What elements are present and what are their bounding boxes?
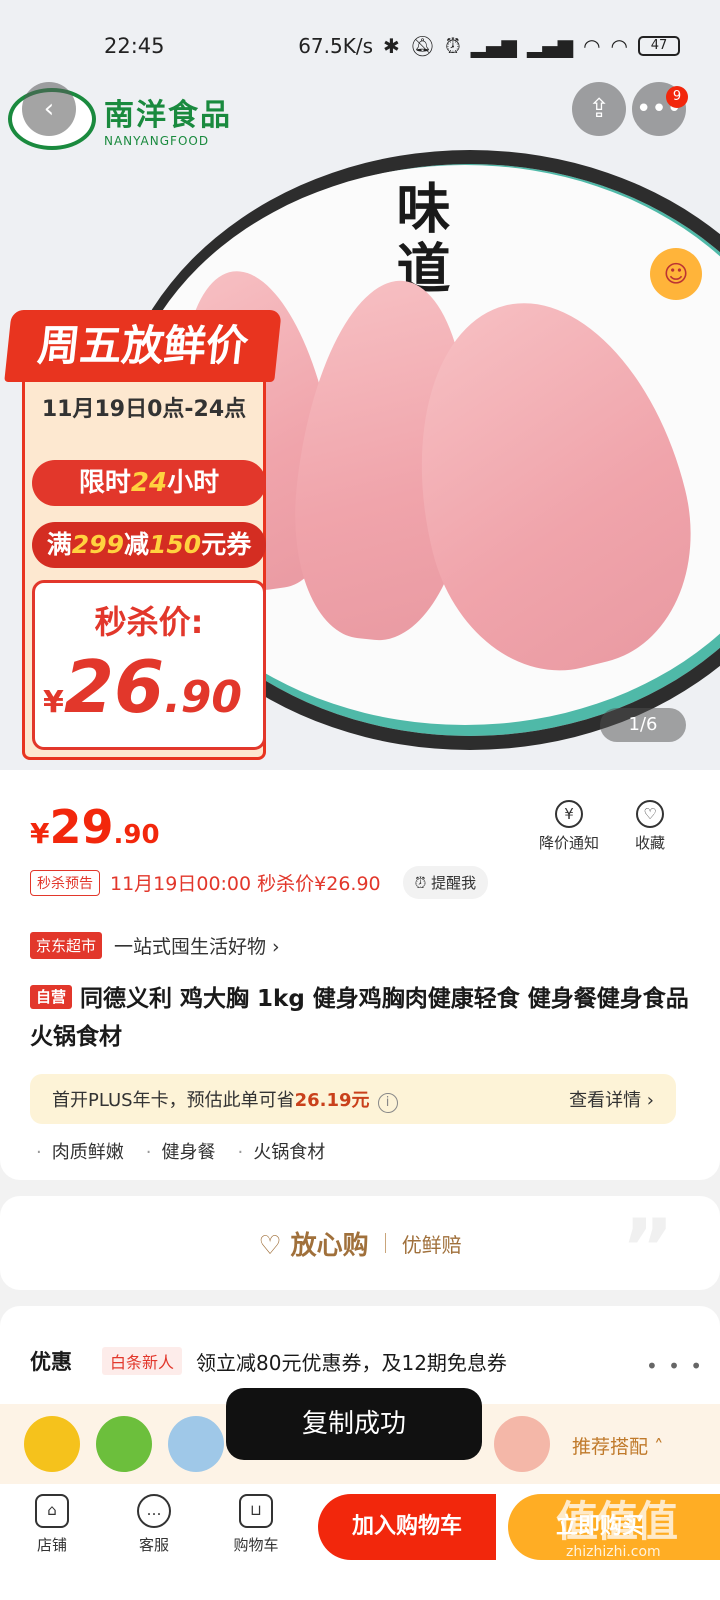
flash-price-label: 秒杀价: xyxy=(94,603,204,641)
discount-row[interactable]: 优惠 白条新人 领立减80元优惠券，及12期免息券 xyxy=(30,1346,507,1376)
jd-supermarket-row[interactable]: 京东超市 一站式囤生活好物 › xyxy=(30,932,280,959)
product-title: 自营 同德义利 鸡大胸 1kg 健身鸡胸肉健康轻食 健身餐健身食品火锅食材 xyxy=(30,985,689,1050)
bluetooth-icon: ✱ xyxy=(383,34,400,58)
image-pager: 1/6 xyxy=(600,708,686,742)
signal-icon: ▂▄▆ xyxy=(470,34,517,58)
customer-service-button[interactable]: … 客服 xyxy=(124,1494,184,1555)
promo-panel: 周五放鲜价 11月19日0点-24点 限时24小时 满299减150元券 秒杀价… xyxy=(4,290,282,760)
promo-title: 周五放鲜价 xyxy=(4,310,282,382)
watermark-url: zhizhizhi.com xyxy=(566,1544,661,1560)
recommend-item-image[interactable] xyxy=(96,1416,152,1472)
assurance-sub: 优鲜赔 xyxy=(401,1232,462,1257)
plus-text: 首开PLUS年卡，预估此单可省26.19元 i xyxy=(52,1086,398,1113)
recommend-item-image[interactable] xyxy=(24,1416,80,1472)
assurance-card[interactable]: ” ♡ 放心购 优鲜赔 xyxy=(0,1196,720,1295)
cart-button[interactable]: ⊔ 购物车 xyxy=(226,1494,286,1555)
brand-name-cn: 南洋食品 xyxy=(104,98,232,133)
yen-bell-icon: ¥ xyxy=(555,800,583,828)
share-icon: ⇪ xyxy=(588,94,610,124)
seckill-preview-row: 秒杀预告 11月19日00:00 秒杀价¥26.90 ⏰︎ 提醒我 xyxy=(30,866,489,899)
feature-tags: 肉质鲜嫩 健身餐 火锅食材 xyxy=(36,1138,325,1164)
copy-success-toast: 复制成功 xyxy=(226,1388,482,1460)
mute-icon: 🔕︎ xyxy=(409,34,436,58)
net-speed: 67.5K/s xyxy=(298,34,374,58)
cart-icon: ⊔ xyxy=(239,1494,273,1528)
wifi-icon: ◠ xyxy=(583,34,601,58)
plus-membership-bar[interactable]: 首开PLUS年卡，预估此单可省26.19元 i 查看详情 › xyxy=(30,1074,676,1124)
jd-supermarket-link[interactable]: 一站式囤生活好物 › xyxy=(114,932,280,959)
signal-icon: ▂▄▆ xyxy=(526,34,574,58)
chat-icon: … xyxy=(137,1494,171,1528)
discount-text: 领立减80元优惠券，及12期免息券 xyxy=(196,1350,507,1375)
more-dots-icon[interactable]: • • • xyxy=(646,1354,704,1378)
self-operated-tag: 自营 xyxy=(30,985,73,1009)
feature-tag: 肉质鲜嫩 xyxy=(36,1138,124,1164)
remind-me-button[interactable]: ⏰︎ 提醒我 xyxy=(402,866,489,899)
feature-tag: 火锅食材 xyxy=(237,1138,325,1164)
price-drop-notify-button[interactable]: ¥ 降价通知 xyxy=(534,800,604,853)
baitiao-tag: 白条新人 xyxy=(102,1347,183,1375)
info-icon[interactable]: i xyxy=(377,1092,398,1113)
seckill-tag: 秒杀预告 xyxy=(30,869,100,896)
recommend-item-image[interactable] xyxy=(168,1416,224,1472)
quote-decoration: ” xyxy=(621,1202,674,1295)
recommend-item-image[interactable] xyxy=(494,1416,550,1472)
promo-date: 11月19日0点-24点 xyxy=(41,397,247,422)
back-arrow-icon: ‹ xyxy=(43,94,55,124)
divider xyxy=(384,1233,386,1253)
surprised-face-icon[interactable]: ☺ xyxy=(650,248,702,300)
battery-icon: 47 xyxy=(638,36,680,56)
jd-supermarket-tag: 京东超市 xyxy=(30,932,103,959)
plus-detail-link[interactable]: 查看详情 › xyxy=(569,1086,654,1112)
favorite-button[interactable]: ♡ 收藏 xyxy=(624,800,676,853)
brand-name-en: NANYANGFOOD xyxy=(104,134,210,148)
seckill-text: 11月19日00:00 秒杀价¥26.90 xyxy=(110,873,381,895)
alarm-icon: ⏰︎ xyxy=(445,34,461,58)
coupon-pill: 满299减150元券 xyxy=(32,522,266,568)
shop-button[interactable]: ⌂ 店铺 xyxy=(22,1494,82,1555)
status-time: 22:45 xyxy=(104,34,165,58)
status-bar: 22:45 67.5K/s ✱ 🔕︎ ⏰︎ ▂▄▆ ▂▄▆ ◠ ◠ 47 xyxy=(0,0,720,96)
flash-price-card: 秒杀价: ¥26.90 xyxy=(32,580,266,750)
limited-time-pill: 限时24小时 xyxy=(32,460,266,506)
discount-label: 优惠 xyxy=(30,1350,72,1374)
shop-icon: ⌂ xyxy=(35,1494,69,1528)
watermark-logo: 值值值 xyxy=(556,1497,678,1546)
recommend-combo-toggle[interactable]: 推荐搭配 ˄ xyxy=(572,1432,664,1459)
add-to-cart-button[interactable]: 加入购物车 xyxy=(318,1494,496,1560)
heart-icon: ♡ xyxy=(636,800,664,828)
flash-price-value: ¥26.90 xyxy=(43,645,243,729)
wifi-icon: ◠ xyxy=(610,34,628,58)
current-price: ¥29.90 xyxy=(30,800,160,854)
feature-tag: 健身餐 xyxy=(146,1138,215,1164)
assurance-main: ♡ 放心购 xyxy=(258,1230,369,1261)
